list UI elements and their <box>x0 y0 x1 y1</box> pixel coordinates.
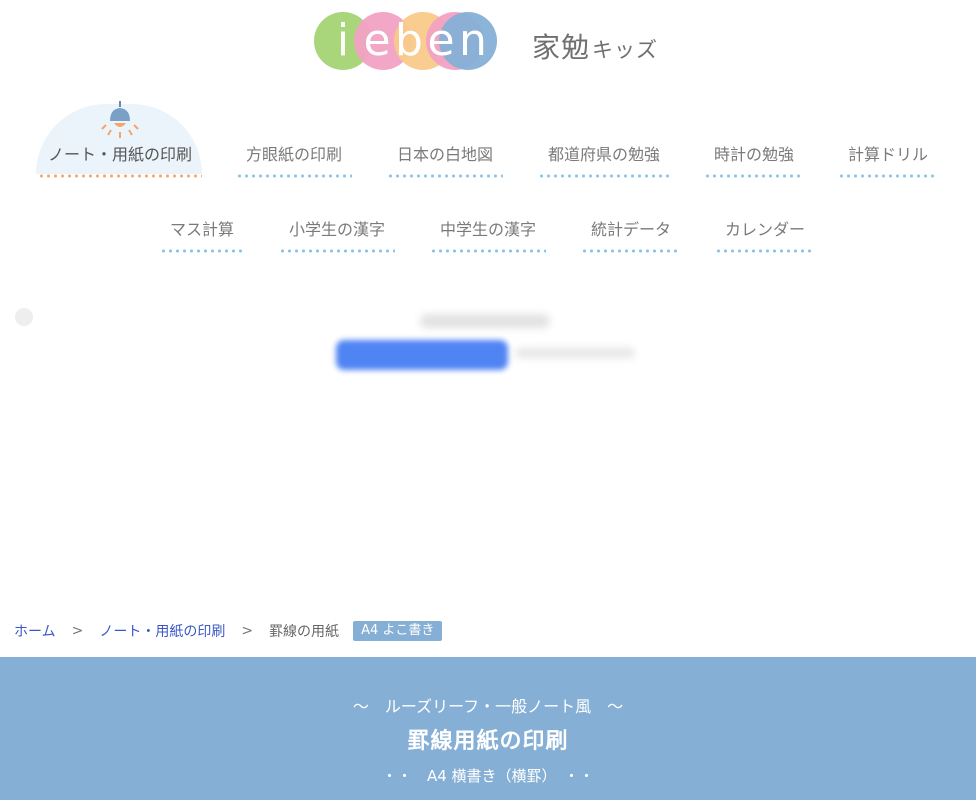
nav-item-label: 小学生の漢字 <box>288 220 385 239</box>
page-title: 罫線用紙の印刷 <box>407 729 569 754</box>
hero-size-label: ・・ A4 横書き（横罫） ・・ <box>381 767 595 785</box>
breadcrumb-separator: > <box>71 623 84 639</box>
nav-underline <box>387 174 503 178</box>
nav-item-prefectures[interactable]: 都道府県の勉強 <box>538 144 670 178</box>
nav-underline <box>38 174 202 178</box>
nav-underline <box>715 249 815 253</box>
nav-item-label: 計算ドリル <box>847 145 928 164</box>
nav-item-japan-blank-map[interactable]: 日本の白地図 <box>387 144 503 178</box>
nav-item-label: ノート・用紙の印刷 <box>47 145 192 164</box>
blurred-text <box>420 314 550 328</box>
nav-item-masu-calc[interactable]: マス計算 <box>160 219 244 253</box>
hero-subtitle: ～ ルーズリーフ・一般ノート風 ～ <box>352 697 624 716</box>
hero-banner: ～ ルーズリーフ・一般ノート風 ～ 罫線用紙の印刷 ・・ A4 横書き（横罫） … <box>0 657 976 800</box>
nav-underline <box>538 174 670 178</box>
nav-item-clock-study[interactable]: 時計の勉強 <box>704 144 804 178</box>
nav-item-calc-drill[interactable]: 計算ドリル <box>838 144 938 178</box>
nav-item-label: 日本の白地図 <box>396 145 493 164</box>
nav-item-label: 時計の勉強 <box>713 145 794 164</box>
breadcrumb-home-link[interactable]: ホーム <box>14 621 56 641</box>
nav-item-label: 方眼紙の印刷 <box>245 145 342 164</box>
main-nav: ノート・用紙の印刷 方眼紙の印刷 日本の白地図 都道府県の勉強 時計の勉強 計算… <box>0 0 976 260</box>
nav-item-label: 統計データ <box>590 220 671 239</box>
nav-item-statistics[interactable]: 統計データ <box>581 219 681 253</box>
nav-item-label: カレンダー <box>724 220 805 239</box>
blurred-button[interactable] <box>336 340 508 370</box>
nav-underline <box>581 249 681 253</box>
lamp-icon <box>101 101 139 138</box>
nav-item-label: 中学生の漢字 <box>439 220 536 239</box>
blurred-text <box>515 348 635 358</box>
nav-item-graph-paper[interactable]: 方眼紙の印刷 <box>236 144 352 178</box>
nav-underline <box>704 174 804 178</box>
nav-underline <box>279 249 395 253</box>
breadcrumb-separator: > <box>241 623 254 639</box>
nav-item-junior-kanji[interactable]: 中学生の漢字 <box>430 219 546 253</box>
nav-underline <box>160 249 244 253</box>
blurred-content-area <box>0 300 976 400</box>
breadcrumb-category-link[interactable]: ノート・用紙の印刷 <box>99 621 225 641</box>
breadcrumb-current: 罫線の用紙 <box>269 624 340 640</box>
nav-item-label: 都道府県の勉強 <box>547 145 660 164</box>
nav-underline <box>838 174 938 178</box>
nav-item-notes-printing[interactable]: ノート・用紙の印刷 <box>38 144 202 178</box>
nav-item-elementary-kanji[interactable]: 小学生の漢字 <box>279 219 395 253</box>
nav-underline <box>430 249 546 253</box>
nav-item-label: マス計算 <box>169 220 234 239</box>
breadcrumb: ホーム > ノート・用紙の印刷 > 罫線の用紙 A4 よこ書き <box>14 620 443 642</box>
breadcrumb-badge: A4 よこ書き <box>353 621 443 641</box>
nav-underline <box>236 174 352 178</box>
nav-item-calendar[interactable]: カレンダー <box>715 219 815 253</box>
blurred-dot <box>15 308 33 326</box>
